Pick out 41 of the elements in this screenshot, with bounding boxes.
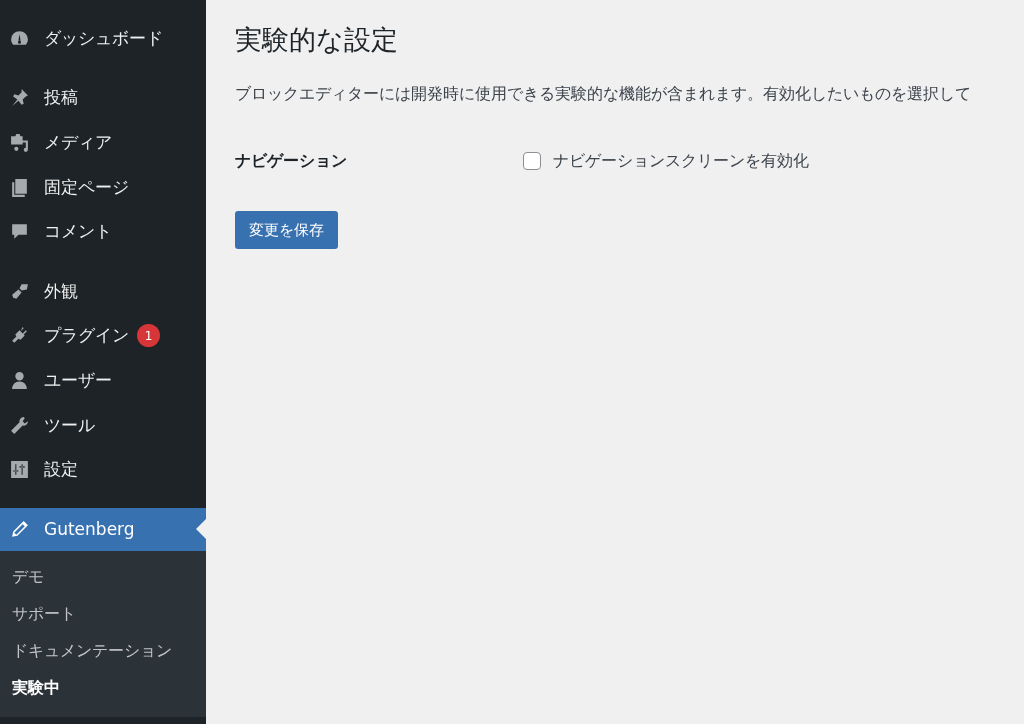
sidebar-item[interactable]: メディア xyxy=(0,120,206,165)
page-title: 実験的な設定 xyxy=(235,23,399,57)
user-icon xyxy=(9,369,30,391)
sidebar-item[interactable]: コメント xyxy=(0,209,206,254)
pencil-icon xyxy=(9,518,30,540)
sidebar-item[interactable]: 投稿 xyxy=(0,75,206,121)
sidebar-item[interactable]: ダッシュボード xyxy=(0,16,206,61)
sidebar-item[interactable]: 設定 xyxy=(0,447,206,492)
checkbox[interactable] xyxy=(523,152,541,170)
menu-label: コメント xyxy=(44,220,112,244)
menu-label: メディア xyxy=(44,131,112,154)
menu-label: ツール xyxy=(44,413,95,437)
pin-icon xyxy=(9,87,30,109)
save-button[interactable]: 変更を保存 xyxy=(235,211,338,249)
submenu-item[interactable]: デモ xyxy=(0,558,206,596)
sidebar-item[interactable]: Gutenberg xyxy=(0,507,206,551)
media-icon xyxy=(9,132,30,153)
menu-label: ダッシュボード xyxy=(44,26,163,50)
submenu-item[interactable]: サポート xyxy=(0,595,206,633)
menu-label: 固定ページ xyxy=(44,175,129,199)
sidebar-item[interactable]: ツール xyxy=(0,402,206,448)
sidebar-item[interactable]: 外観 xyxy=(0,268,206,314)
pages-icon xyxy=(9,176,30,198)
sidebar-item[interactable]: ユーザー xyxy=(0,358,206,403)
setting-label: ナビゲーション xyxy=(235,150,348,172)
update-count-badge: 1 xyxy=(137,324,160,348)
submenu-item[interactable]: 実験中 xyxy=(0,669,206,707)
current-pointer-icon xyxy=(196,519,206,540)
menu-label: ユーザー xyxy=(44,368,112,392)
wrench-icon xyxy=(9,414,30,436)
menu-label: 投稿 xyxy=(44,86,78,110)
sliders-icon xyxy=(9,459,30,481)
checkbox-label[interactable]: ナビゲーションスクリーンを有効化 xyxy=(553,150,809,172)
menu-label: プラグイン xyxy=(44,324,129,348)
menu-label: 設定 xyxy=(44,458,78,482)
menu-label: Gutenberg xyxy=(44,519,135,540)
sidebar-item[interactable]: 固定ページ xyxy=(0,164,206,210)
menu-label: 外観 xyxy=(44,279,78,303)
submenu-item[interactable]: ドキュメンテーション xyxy=(0,632,206,670)
sidebar-item[interactable]: プラグイン 1 xyxy=(0,313,206,359)
page-description: ブロックエディターには開発時に使用できる実験的な機能が含まれます。有効化したいものを選択して xyxy=(235,84,972,105)
